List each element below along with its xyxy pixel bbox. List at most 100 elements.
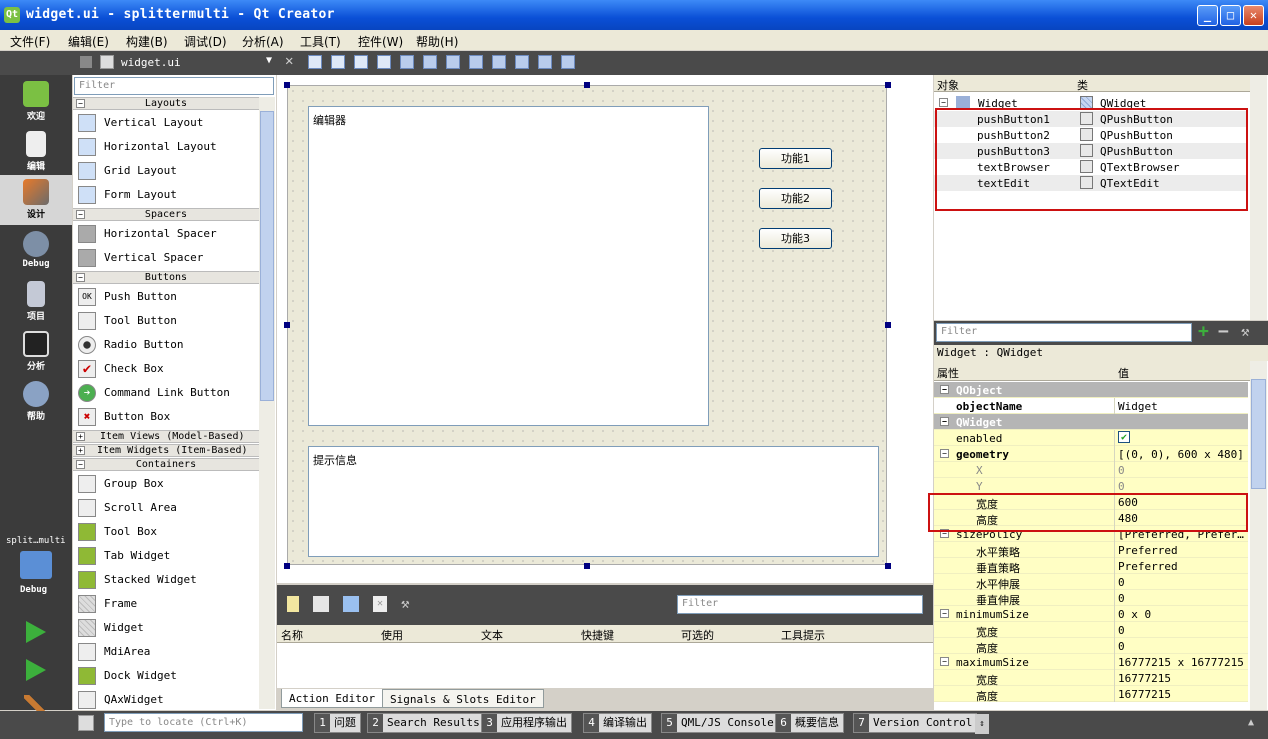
property-value[interactable]: Preferred (1118, 544, 1178, 557)
configure-wrench-icon[interactable]: ⚒ (1241, 324, 1249, 340)
mode-analyze[interactable]: 分析 (0, 327, 72, 377)
property-value[interactable]: 0 (1118, 592, 1125, 605)
widget-mdi-area[interactable]: MdiArea (73, 640, 259, 664)
break-layout-icon[interactable] (538, 55, 552, 69)
property-row[interactable]: 高度 0 (934, 638, 1248, 655)
function3-button[interactable]: 功能3 (759, 228, 832, 249)
locator-input[interactable]: Type to locate (Ctrl+K) (104, 713, 303, 732)
resize-handle[interactable] (584, 563, 590, 569)
property-value[interactable]: 16777215 x 16777215 (1118, 656, 1244, 669)
run-icon[interactable] (26, 621, 46, 643)
resize-handle[interactable] (885, 563, 891, 569)
column-header[interactable]: 快捷键 (581, 627, 614, 643)
property-row[interactable]: − geometry [(0, 0), 600 x 480] (934, 446, 1248, 462)
expand-output-icon[interactable]: ▲ (1248, 717, 1254, 728)
output-tab-app-output[interactable]: 3 应用程序输出 (481, 713, 572, 733)
edit-tab-order-icon[interactable] (377, 55, 391, 69)
tab-signals-slots-editor[interactable]: Signals & Slots Editor (382, 689, 544, 708)
resize-handle[interactable] (284, 322, 290, 328)
edit-widgets-icon[interactable] (308, 55, 322, 69)
property-group[interactable]: − QWidget (934, 414, 1248, 430)
column-header[interactable]: 文本 (481, 627, 503, 643)
widget-form-layout[interactable]: Form Layout (73, 183, 259, 207)
resize-handle[interactable] (284, 563, 290, 569)
output-tab-general-messages[interactable]: 6 概要信息 (775, 713, 844, 733)
property-group[interactable]: − QObject (934, 382, 1248, 398)
property-value[interactable]: 0 (1118, 464, 1125, 477)
column-header[interactable]: 对象 (937, 77, 959, 93)
widget-check-box[interactable]: ✔ Check Box (73, 357, 259, 381)
property-value[interactable]: 0 (1118, 480, 1125, 493)
layout-form-icon[interactable] (492, 55, 506, 69)
property-row[interactable]: − minimumSize 0 x 0 (934, 606, 1248, 622)
property-value[interactable]: 0 x 0 (1118, 608, 1151, 621)
layout-horizontal-icon[interactable] (400, 55, 414, 69)
widget-command-link-button[interactable]: ➔ Command Link Button (73, 381, 259, 405)
widget-dock-widget[interactable]: Dock Widget (73, 664, 259, 688)
property-value[interactable]: 16777215 (1118, 688, 1171, 701)
widget-button-box[interactable]: ✖ Button Box (73, 405, 259, 429)
widget-horizontal-layout[interactable]: Horizontal Layout (73, 135, 259, 159)
object-inspector-scrollbar[interactable] (1250, 75, 1267, 320)
menu-analyze[interactable]: 分析(A) (242, 33, 284, 50)
property-row[interactable]: 水平伸展 0 (934, 574, 1248, 591)
column-header[interactable]: 工具提示 (781, 627, 825, 643)
widgetbox-filter-input[interactable]: Filter (74, 77, 274, 95)
new-action-icon[interactable] (287, 596, 299, 612)
property-row[interactable]: 垂直策略 Preferred (934, 558, 1248, 575)
mode-design[interactable]: 设计 (0, 175, 72, 225)
mode-projects[interactable]: 项目 (0, 277, 72, 327)
column-header[interactable]: 可选的 (681, 627, 714, 643)
property-row[interactable]: 宽度 16777215 (934, 670, 1248, 687)
category-item-widgets[interactable]: + Item Widgets (Item-Based) (73, 444, 259, 457)
menu-file[interactable]: 文件(F) (10, 33, 50, 50)
widget-scroll-area[interactable]: Scroll Area (73, 496, 259, 520)
property-row[interactable]: enabled ✔ (934, 430, 1248, 446)
category-containers[interactable]: − Containers (73, 458, 259, 471)
resize-handle[interactable] (284, 82, 290, 88)
widget-horizontal-spacer[interactable]: Horizontal Spacer (73, 222, 259, 246)
function2-button[interactable]: 功能2 (759, 188, 832, 209)
splitter-horizontal-icon[interactable] (446, 55, 460, 69)
widget-push-button[interactable]: OK Push Button (73, 285, 259, 309)
menu-build[interactable]: 构建(B) (126, 33, 168, 50)
kit-selector-icon[interactable] (20, 551, 52, 579)
paste-action-icon[interactable] (343, 596, 359, 612)
function1-button[interactable]: 功能1 (759, 148, 832, 169)
mode-help[interactable]: 帮助 (0, 377, 72, 427)
mode-edit[interactable]: 编辑 (0, 127, 72, 177)
category-spacers[interactable]: − Spacers (73, 208, 259, 221)
splitter-vertical-icon[interactable] (469, 55, 483, 69)
action-table-body[interactable] (277, 643, 933, 688)
edit-buddies-icon[interactable] (354, 55, 368, 69)
property-editor-scrollbar[interactable] (1250, 361, 1267, 710)
property-value[interactable]: 0 (1118, 576, 1125, 589)
column-header[interactable]: 值 (1118, 365, 1129, 381)
adjust-size-icon[interactable] (561, 55, 575, 69)
widget-frame[interactable]: Frame (73, 592, 259, 616)
category-buttons[interactable]: − Buttons (73, 271, 259, 284)
property-row[interactable]: X0 (934, 462, 1248, 478)
file-dropdown-icon[interactable]: ▼ (266, 55, 272, 66)
designed-form[interactable]: 编辑器 功能1 功能2 功能3 提示信息 (287, 85, 887, 565)
output-tab-search-results[interactable]: 2 Search Results (367, 713, 485, 733)
property-row[interactable]: 高度 16777215 (934, 686, 1248, 703)
property-value[interactable]: Widget (1118, 400, 1158, 413)
column-header[interactable]: 类 (1077, 77, 1088, 93)
widget-radio-button[interactable]: Radio Button (73, 333, 259, 357)
widget-qax-widget[interactable]: QAxWidget (73, 688, 259, 712)
text-browser[interactable]: 提示信息 (308, 446, 879, 557)
maximize-button[interactable]: □ (1220, 5, 1241, 26)
menu-tools[interactable]: 工具(T) (300, 33, 341, 50)
mode-debug[interactable]: Debug (0, 227, 72, 277)
column-header[interactable]: 使用 (381, 627, 403, 643)
property-row[interactable]: objectName Widget (934, 398, 1248, 414)
output-tab-qml-console[interactable]: 5 QML/JS Console (661, 713, 779, 733)
tab-action-editor[interactable]: Action Editor (281, 689, 384, 708)
property-value[interactable]: 0 (1118, 640, 1125, 653)
edit-signals-icon[interactable] (331, 55, 345, 69)
widgetbox-scrollbar[interactable] (259, 97, 275, 709)
property-value[interactable]: [(0, 0), 600 x 480] (1118, 448, 1244, 461)
property-value[interactable]: 16777215 (1118, 672, 1171, 685)
collapse-icon[interactable]: − (939, 98, 948, 107)
